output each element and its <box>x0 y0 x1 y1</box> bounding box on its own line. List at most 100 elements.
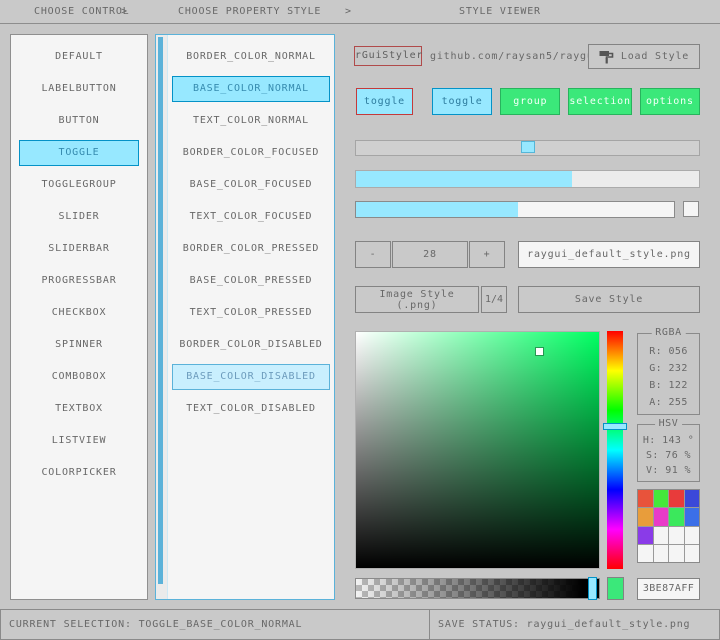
sliderbar-fill <box>356 171 572 187</box>
property-item-text-color-focused[interactable]: TEXT_COLOR_FOCUSED <box>172 204 330 230</box>
property-item-base-color-pressed[interactable]: BASE_COLOR_PRESSED <box>172 268 330 294</box>
repo-link[interactable]: github.com/raysan5/raygui <box>430 51 601 62</box>
save-status-statusbar: SAVE STATUS: raygui_default_style.png <box>429 609 720 640</box>
property-item-border-color-pressed[interactable]: BORDER_COLOR_PRESSED <box>172 236 330 262</box>
sliderbar-preview[interactable] <box>355 170 700 188</box>
alpha-slider-handle[interactable] <box>588 577 597 600</box>
image-scale-button[interactable]: 1/4 <box>481 286 507 313</box>
hue-slider-handle[interactable] <box>603 423 627 430</box>
hsv-saturation-value: S: 76 % <box>638 448 699 463</box>
color-swatch[interactable] <box>685 508 700 525</box>
color-swatch[interactable] <box>654 545 669 562</box>
save-style-button[interactable]: Save Style <box>518 286 700 313</box>
control-item-toggle[interactable]: TOGGLE <box>19 140 139 166</box>
color-swatch[interactable] <box>638 527 653 544</box>
color-cursor[interactable] <box>536 348 543 355</box>
hsv-hue-value: H: 143 ° <box>638 433 699 448</box>
load-style-button[interactable]: Load Style <box>588 44 700 69</box>
property-item-border-color-focused[interactable]: BORDER_COLOR_FOCUSED <box>172 140 330 166</box>
togglegroup-preview: toggle group selection options <box>432 88 700 115</box>
property-item-border-color-normal[interactable]: BORDER_COLOR_NORMAL <box>172 44 330 70</box>
color-swatch[interactable] <box>669 545 684 562</box>
properties-items: BORDER_COLOR_NORMAL BASE_COLOR_NORMAL TE… <box>168 35 334 422</box>
rgba-green-value: G: 232 <box>638 360 699 377</box>
color-swatch[interactable] <box>669 508 684 525</box>
control-item-checkbox[interactable]: CHECKBOX <box>19 300 139 326</box>
color-swatch-grid <box>637 489 700 563</box>
property-item-text-color-disabled[interactable]: TEXT_COLOR_DISABLED <box>172 396 330 422</box>
load-style-label: Load Style <box>621 51 689 62</box>
app-title: rGuiStyler <box>354 46 422 66</box>
hsv-value-value: V: 91 % <box>638 463 699 478</box>
current-selection-text: CURRENT SELECTION: TOGGLE_BASE_COLOR_NOR… <box>9 619 302 630</box>
spinner-value[interactable]: 28 <box>392 241 468 268</box>
image-style-button[interactable]: Image Style (.png) <box>355 286 479 313</box>
control-item-listview[interactable]: LISTVIEW <box>19 428 139 454</box>
color-swatch[interactable] <box>638 490 653 507</box>
control-item-combobox[interactable]: COMBOBOX <box>19 364 139 390</box>
color-swatch[interactable] <box>669 490 684 507</box>
chevron-separator-icon: > <box>345 0 352 23</box>
rgba-blue-value: B: 122 <box>638 377 699 394</box>
color-swatch[interactable] <box>638 508 653 525</box>
property-item-base-color-focused[interactable]: BASE_COLOR_FOCUSED <box>172 172 330 198</box>
spinner-plus-button[interactable]: + <box>469 241 505 268</box>
togglegroup-item-options[interactable]: options <box>640 88 700 115</box>
control-item-labelbutton[interactable]: LABELBUTTON <box>19 76 139 102</box>
controls-list: DEFAULT LABELBUTTON BUTTON TOGGLE TOGGLE… <box>10 34 148 600</box>
scrollbar-thumb[interactable] <box>158 37 163 584</box>
slider-handle[interactable] <box>521 141 535 153</box>
progressbar-fill <box>356 202 518 217</box>
control-item-spinner[interactable]: SPINNER <box>19 332 139 358</box>
hue-slider[interactable] <box>607 331 623 569</box>
rgba-title: RGBA <box>651 327 685 338</box>
rgba-alpha-value: A: 255 <box>638 394 699 411</box>
save-status-text: SAVE STATUS: raygui_default_style.png <box>438 619 690 630</box>
color-swatch[interactable] <box>654 508 669 525</box>
rgba-red-value: R: 056 <box>638 343 699 360</box>
current-color-swatch <box>607 577 624 600</box>
color-swatch[interactable] <box>638 545 653 562</box>
slider-preview[interactable] <box>355 140 700 156</box>
control-item-progressbar[interactable]: PROGRESSBAR <box>19 268 139 294</box>
property-item-base-color-disabled[interactable]: BASE_COLOR_DISABLED <box>172 364 330 390</box>
progressbar-preview[interactable] <box>355 201 675 218</box>
top-section-bar: CHOOSE CONTROL > CHOOSE PROPERTY STYLE >… <box>0 0 720 24</box>
control-item-button[interactable]: BUTTON <box>19 108 139 134</box>
toggle-preview[interactable]: toggle <box>356 88 413 115</box>
chevron-separator-icon: > <box>121 0 128 23</box>
properties-list: BORDER_COLOR_NORMAL BASE_COLOR_NORMAL TE… <box>155 34 335 600</box>
section-choose-control: CHOOSE CONTROL <box>34 0 130 23</box>
color-swatch[interactable] <box>685 490 700 507</box>
filename-textbox[interactable]: raygui_default_style.png <box>518 241 700 268</box>
color-swatch[interactable] <box>654 527 669 544</box>
color-saturation-value-panel[interactable] <box>355 331 600 569</box>
checkbox-preview[interactable] <box>683 201 699 217</box>
hsv-group: HSV H: 143 ° S: 76 % V: 91 % <box>637 424 700 482</box>
section-style-viewer: STYLE VIEWER <box>459 0 541 23</box>
control-item-default[interactable]: DEFAULT <box>19 44 139 70</box>
alpha-slider[interactable] <box>355 578 600 599</box>
color-swatch[interactable] <box>669 527 684 544</box>
togglegroup-item-group[interactable]: group <box>500 88 560 115</box>
color-swatch[interactable] <box>685 545 700 562</box>
control-item-togglegroup[interactable]: TOGGLEGROUP <box>19 172 139 198</box>
property-item-text-color-pressed[interactable]: TEXT_COLOR_PRESSED <box>172 300 330 326</box>
color-swatch[interactable] <box>685 527 700 544</box>
hex-value-textbox[interactable]: 3BE87AFF <box>637 578 700 600</box>
rgba-group: RGBA R: 056 G: 232 B: 122 A: 255 <box>637 333 700 415</box>
control-item-textbox[interactable]: TEXTBOX <box>19 396 139 422</box>
property-item-border-color-disabled[interactable]: BORDER_COLOR_DISABLED <box>172 332 330 358</box>
control-item-colorpicker[interactable]: COLORPICKER <box>19 460 139 486</box>
togglegroup-item-selection[interactable]: selection <box>568 88 631 115</box>
property-item-text-color-normal[interactable]: TEXT_COLOR_NORMAL <box>172 108 330 134</box>
control-item-slider[interactable]: SLIDER <box>19 204 139 230</box>
color-swatch[interactable] <box>654 490 669 507</box>
control-item-sliderbar[interactable]: SLIDERBAR <box>19 236 139 262</box>
hsv-title: HSV <box>655 418 683 429</box>
properties-scrollbar[interactable] <box>156 35 168 599</box>
togglegroup-item-toggle[interactable]: toggle <box>432 88 492 115</box>
spinner-minus-button[interactable]: - <box>355 241 391 268</box>
paint-roller-icon <box>599 50 614 64</box>
property-item-base-color-normal[interactable]: BASE_COLOR_NORMAL <box>172 76 330 102</box>
